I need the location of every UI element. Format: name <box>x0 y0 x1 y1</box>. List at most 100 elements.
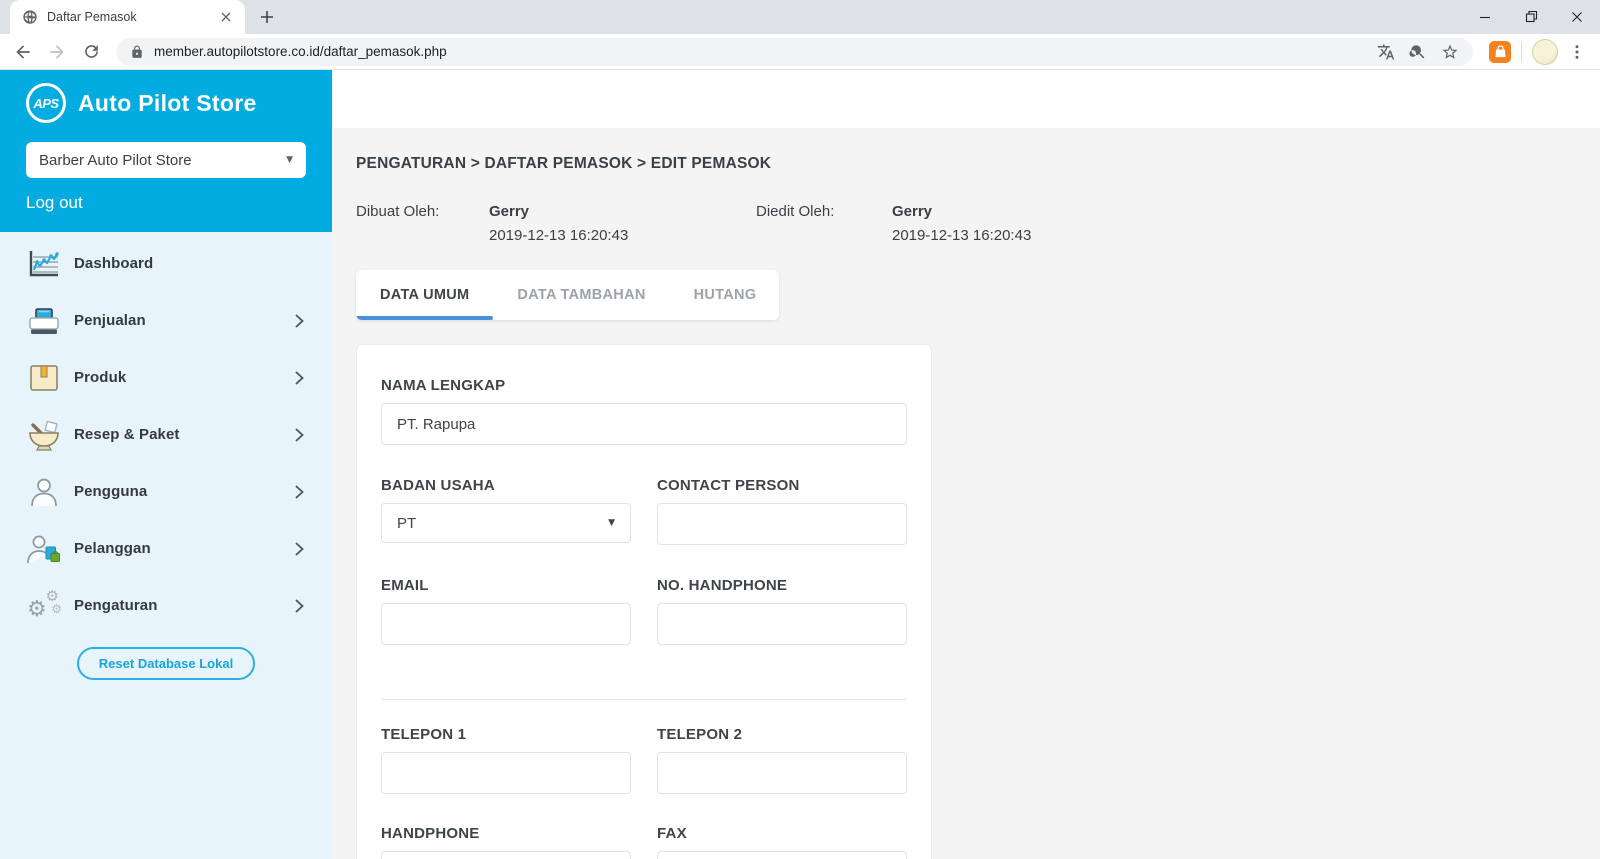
audit-info-row: Dibuat Oleh: Gerry 2019-12-13 16:20:43 D… <box>356 203 1600 244</box>
detail-tabbar: DATA UMUM DATA TAMBAHAN HUTANG <box>356 270 779 320</box>
top-white-band <box>332 70 1600 128</box>
field-email: EMAIL <box>381 577 631 645</box>
forward-icon[interactable] <box>42 37 72 67</box>
store-selector-value: Barber Auto Pilot Store <box>39 152 192 169</box>
sidebar-item-label: Pengguna <box>74 483 285 500</box>
caret-down-icon: ▼ <box>286 155 293 165</box>
browser-tab[interactable]: Daftar Pemasok <box>10 0 245 34</box>
window-controls <box>1462 0 1600 33</box>
mortar-pestle-icon <box>24 419 64 451</box>
bookmark-star-icon[interactable] <box>1441 43 1459 61</box>
telepon-1-label: TELEPON 1 <box>381 726 631 743</box>
form-row: BADAN USAHA PT ▼ CONTACT PERSON <box>381 477 907 545</box>
profile-avatar[interactable] <box>1532 39 1558 65</box>
app-page: APS Auto Pilot Store Barber Auto Pilot S… <box>0 70 1600 859</box>
telepon-2-label: TELEPON 2 <box>657 726 907 743</box>
toolbar-divider <box>1521 42 1522 62</box>
handphone-label: HANDPHONE <box>381 825 631 842</box>
window-restore-icon[interactable] <box>1508 0 1554 33</box>
contact-person-label: CONTACT PERSON <box>657 477 907 494</box>
caret-down-icon: ▼ <box>608 518 615 528</box>
sidebar-item-produk[interactable]: Produk <box>0 349 332 406</box>
sidebar-item-label: Produk <box>74 369 285 386</box>
window-close-icon[interactable] <box>1554 0 1600 33</box>
tab-hutang[interactable]: HUTANG <box>670 270 779 320</box>
reset-database-button[interactable]: Reset Database Lokal <box>77 647 255 680</box>
nama-lengkap-label: NAMA LENGKAP <box>381 377 907 394</box>
fax-input[interactable] <box>657 851 907 859</box>
omnibox-icons <box>1377 43 1459 61</box>
created-by-name: Gerry <box>489 203 628 220</box>
sidebar-item-label: Pengaturan <box>74 597 285 614</box>
page-favicon-globe-icon <box>22 9 38 25</box>
edited-by-label: Diedit Oleh: <box>756 203 892 244</box>
sidebar-item-penjualan[interactable]: Penjualan <box>0 292 332 349</box>
sidebar-item-label: Resep & Paket <box>74 426 285 443</box>
browser-tabstrip: Daftar Pemasok <box>0 0 1600 34</box>
field-fax: FAX <box>657 825 907 859</box>
back-icon[interactable] <box>8 37 38 67</box>
cash-register-icon <box>24 306 64 336</box>
field-telepon-1: TELEPON 1 <box>381 726 631 794</box>
tab-close-icon[interactable] <box>217 8 235 26</box>
menu-kebab-icon[interactable] <box>1568 43 1586 61</box>
store-selector-dropdown[interactable]: Barber Auto Pilot Store ▼ <box>26 142 306 178</box>
telepon-2-input[interactable] <box>657 752 907 794</box>
edited-by-datetime: 2019-12-13 16:20:43 <box>892 227 1031 244</box>
browser-tab-title: Daftar Pemasok <box>47 10 208 24</box>
extension-shopping-bag-icon[interactable] <box>1489 41 1511 63</box>
chevron-right-icon <box>295 485 304 499</box>
badan-usaha-select[interactable]: PT ▼ <box>381 503 631 543</box>
sidebar: APS Auto Pilot Store Barber Auto Pilot S… <box>0 70 332 859</box>
email-input[interactable] <box>381 603 631 645</box>
contact-person-input[interactable] <box>657 503 907 545</box>
sidebar-item-pengaturan[interactable]: ⚙ ⚙ ⚙ Pengaturan <box>0 577 332 634</box>
url-text: member.autopilotstore.co.id/daftar_pemas… <box>154 44 1367 59</box>
created-by-datetime: 2019-12-13 16:20:43 <box>489 227 628 244</box>
gear-glyph: ⚙ <box>51 603 62 615</box>
zoom-icon[interactable] <box>1409 43 1427 61</box>
tab-data-tambahan[interactable]: DATA TAMBAHAN <box>493 270 669 320</box>
aps-logo-text: APS <box>33 96 58 111</box>
product-box-icon <box>24 363 64 393</box>
fax-label: FAX <box>657 825 907 842</box>
field-telepon-2: TELEPON 2 <box>657 726 907 794</box>
created-by-label: Dibuat Oleh: <box>356 203 489 244</box>
logout-link[interactable]: Log out <box>26 193 83 213</box>
field-nama-lengkap: NAMA LENGKAP <box>381 377 907 445</box>
gears-icon: ⚙ ⚙ ⚙ <box>24 591 64 621</box>
nama-lengkap-input[interactable] <box>381 403 907 445</box>
sidebar-item-label: Dashboard <box>74 255 304 272</box>
sidebar-item-resep-paket[interactable]: Resep & Paket <box>0 406 332 463</box>
breadcrumb: PENGATURAN > DAFTAR PEMASOK > EDIT PEMAS… <box>356 155 1600 173</box>
tab-label: DATA UMUM <box>380 287 469 303</box>
form-row: TELEPON 1 TELEPON 2 <box>381 726 907 794</box>
active-tab-underline <box>356 316 493 320</box>
edited-by-block: Diedit Oleh: Gerry 2019-12-13 16:20:43 <box>756 203 1031 244</box>
badan-usaha-label: BADAN USAHA <box>381 477 631 494</box>
created-by-block: Dibuat Oleh: Gerry 2019-12-13 16:20:43 <box>356 203 756 244</box>
new-tab-button[interactable] <box>253 3 281 31</box>
telepon-1-input[interactable] <box>381 752 631 794</box>
edited-by-value: Gerry 2019-12-13 16:20:43 <box>892 203 1031 244</box>
window-minimize-icon[interactable] <box>1462 0 1508 33</box>
chevron-right-icon <box>295 428 304 442</box>
no-handphone-input[interactable] <box>657 603 907 645</box>
edited-by-name: Gerry <box>892 203 1031 220</box>
tab-data-umum[interactable]: DATA UMUM <box>356 270 493 320</box>
refresh-icon[interactable] <box>76 37 106 67</box>
form-row: EMAIL NO. HANDPHONE <box>381 577 907 645</box>
sidebar-menu: Dashboard Penjualan <box>0 232 332 859</box>
sidebar-item-label: Penjualan <box>74 312 285 329</box>
badan-usaha-selected-value: PT <box>397 515 416 532</box>
tab-label: DATA TAMBAHAN <box>517 287 645 303</box>
sidebar-item-pelanggan[interactable]: Pelanggan <box>0 520 332 577</box>
url-address-bar[interactable]: member.autopilotstore.co.id/daftar_pemas… <box>116 38 1473 66</box>
aps-logo: APS <box>26 83 66 123</box>
translate-icon[interactable] <box>1377 43 1395 61</box>
lock-icon <box>130 45 144 59</box>
email-label: EMAIL <box>381 577 631 594</box>
sidebar-item-pengguna[interactable]: Pengguna <box>0 463 332 520</box>
sidebar-item-dashboard[interactable]: Dashboard <box>0 235 332 292</box>
handphone-input[interactable] <box>381 851 631 859</box>
